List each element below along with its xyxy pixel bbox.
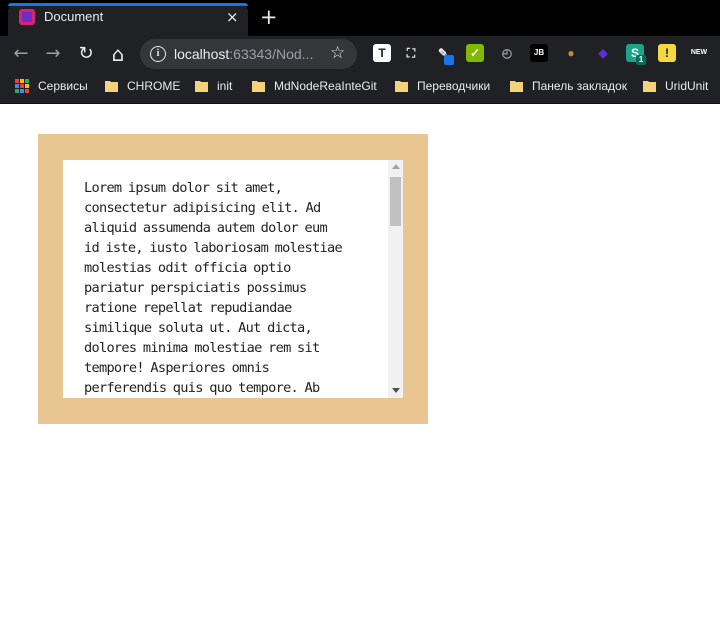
lorem-line: tempore! Asperiores omnis <box>84 360 270 376</box>
toolbar: ← → ↻ ⌂ i localhost:63343/Nod... ☆ T ⛶ ✎ ✓ ◴… <box>0 36 720 72</box>
info-icon[interactable]: i <box>150 46 166 62</box>
cookie-extension-icon[interactable]: ● <box>562 44 580 62</box>
lorem-line: consectetur adipisicing elit. Ad <box>84 200 321 216</box>
cube-extension-icon[interactable]: ◆ <box>594 44 612 62</box>
address-bar[interactable]: i localhost:63343/Nod... ☆ <box>140 39 357 69</box>
back-icon[interactable]: ← <box>9 42 33 66</box>
folder-icon <box>252 79 265 92</box>
tab-title: Document <box>44 9 104 24</box>
extension-badge: 1 <box>636 55 646 65</box>
eyedropper-extension-icon[interactable]: ✎ <box>434 44 454 65</box>
scrollbar[interactable] <box>388 160 403 398</box>
scroll-thumb[interactable] <box>390 177 401 226</box>
bookmark-label: UridUnit <box>665 79 709 93</box>
screenshot-extension-icon[interactable]: ⛶ <box>402 44 420 62</box>
home-icon[interactable]: ⌂ <box>106 42 130 66</box>
close-icon[interactable]: × <box>226 8 239 26</box>
url-host: localhost <box>174 46 230 62</box>
lorem-line: ratione repellat repudiandae <box>84 300 292 316</box>
new-extension-icon[interactable]: NEW <box>690 44 708 62</box>
url-rest: :63343/Nod... <box>229 46 314 62</box>
intellij-icon <box>19 9 35 25</box>
bookmark-label: init <box>217 79 233 93</box>
bookmark-label: Сервисы <box>38 79 88 93</box>
bookmark-label: Переводчики <box>417 79 491 93</box>
lorem-line: dolores minima molestiae rem sit <box>84 340 320 356</box>
bookmark-label: Панель закладок <box>532 79 627 93</box>
lorem-line: pariatur perspiciatis possimus <box>84 280 307 296</box>
bookmarks-bar: Сервисы CHROME init MdNodeReaInteGit Пер… <box>0 72 720 104</box>
scroll-up-arrow-icon[interactable] <box>392 164 400 169</box>
bookmark-star-icon[interactable]: ☆ <box>330 43 345 63</box>
apps-grid-icon <box>15 79 29 93</box>
lorem-line: Lorem ipsum dolor sit amet, <box>84 180 283 196</box>
bookmark-label: MdNodeReaInteGit <box>274 79 377 93</box>
folder-icon <box>510 79 523 92</box>
s-extension-icon[interactable]: S1 <box>626 44 646 65</box>
lorem-line: perferendis quis quo tempore. Ab <box>84 380 320 396</box>
lorem-line: aliquid assumenda autem dolor eum <box>84 220 328 236</box>
new-tab-icon[interactable]: + <box>260 5 278 29</box>
reload-icon[interactable]: ↻ <box>74 42 98 66</box>
folder-icon <box>395 79 408 92</box>
folder-icon <box>195 79 208 92</box>
text-extension-icon[interactable]: T <box>373 44 391 62</box>
folder-icon <box>105 79 118 92</box>
lorem-line: similique soluta ut. Aut dicta, <box>84 320 313 336</box>
lorem-line: molestias odit officia optio <box>84 260 291 276</box>
bookmark-label: CHROME <box>127 79 181 93</box>
url-text[interactable]: localhost:63343/Nod... <box>174 46 313 62</box>
folder-icon <box>643 79 656 92</box>
scroll-container[interactable]: Lorem ipsum dolor sit amet, consectetur a… <box>63 160 403 398</box>
yellow-extension-icon[interactable]: ! <box>658 44 676 62</box>
scroll-down-arrow-icon[interactable] <box>392 388 400 393</box>
lorem-text: Lorem ipsum dolor sit amet, consectetur a… <box>84 178 374 398</box>
outer-box: Lorem ipsum dolor sit amet, consectetur a… <box>38 134 428 424</box>
clock-extension-icon[interactable]: ◴ <box>498 44 516 62</box>
tab-strip: Document × + <box>0 0 720 36</box>
jetbrains-extension-icon[interactable]: JB <box>530 44 548 62</box>
extension-badge <box>444 55 454 65</box>
tab-accent <box>8 3 248 6</box>
lorem-line: id iste, iusto laboriosam molestiae <box>84 240 343 256</box>
evernote-extension-icon[interactable]: ✓ <box>466 44 484 62</box>
forward-icon[interactable]: → <box>41 42 65 66</box>
